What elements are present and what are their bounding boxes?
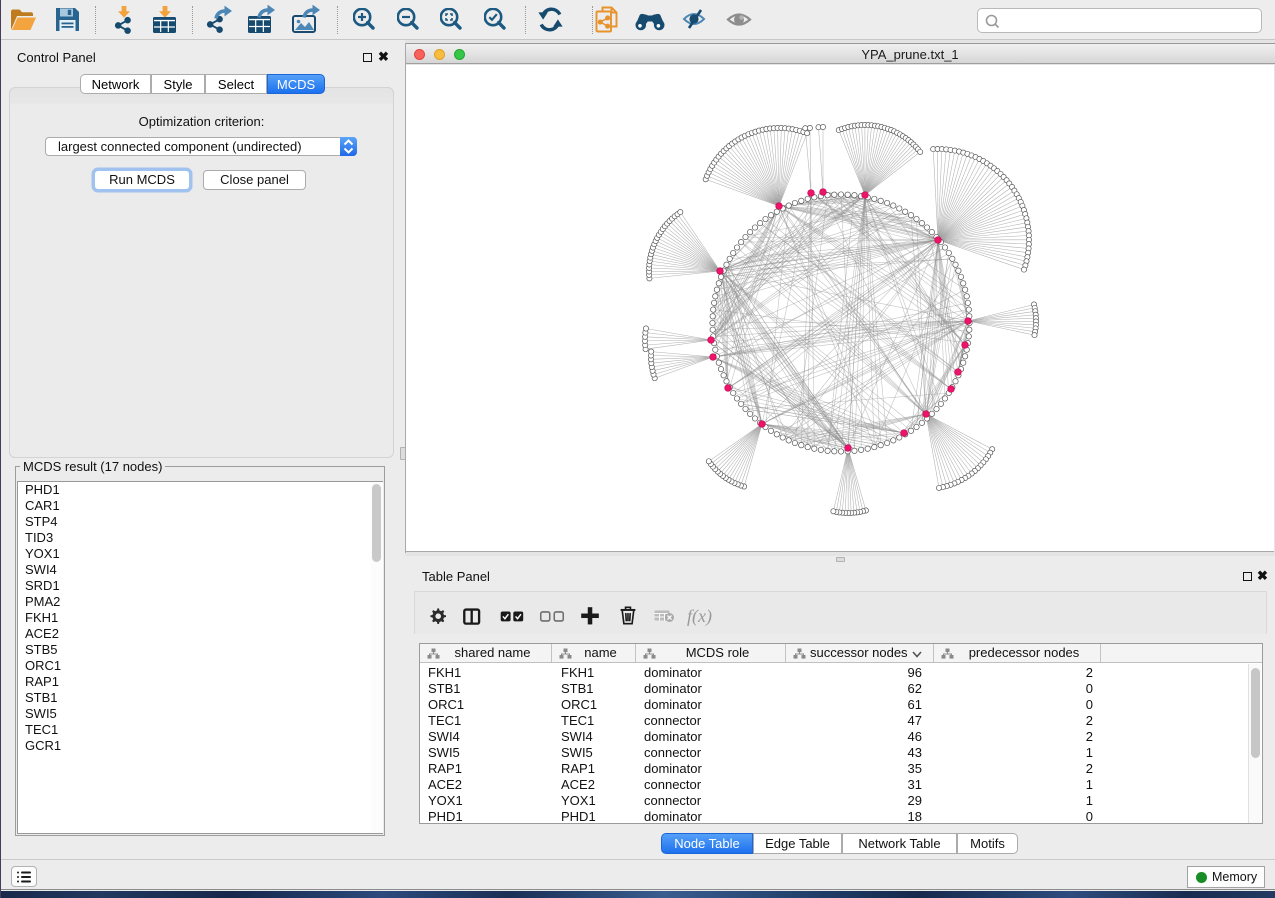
svg-text:f(x): f(x) [687, 606, 712, 627]
